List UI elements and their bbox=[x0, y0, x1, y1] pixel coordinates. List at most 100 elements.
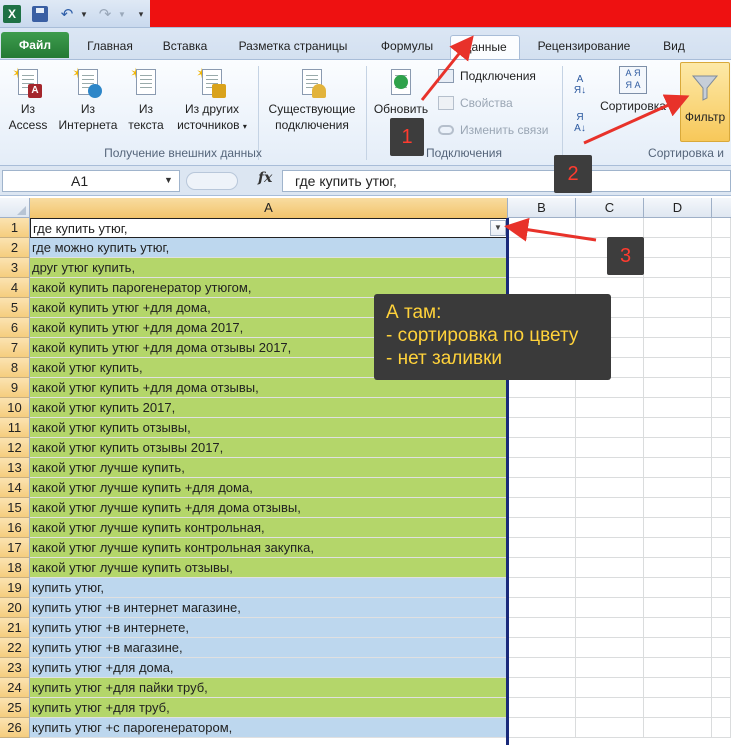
cell-e[interactable] bbox=[712, 698, 731, 718]
cell-b[interactable] bbox=[508, 698, 576, 718]
row-header[interactable]: 25 bbox=[0, 698, 30, 718]
cell-b[interactable] bbox=[508, 598, 576, 618]
cell-a[interactable]: купить утюг, bbox=[30, 578, 508, 598]
sort-az-icon[interactable]: А Я↓ bbox=[570, 74, 590, 96]
cell-d[interactable] bbox=[644, 398, 712, 418]
cell-d[interactable] bbox=[644, 678, 712, 698]
cell-c[interactable] bbox=[576, 718, 644, 738]
cell-d[interactable] bbox=[644, 518, 712, 538]
cell-c[interactable] bbox=[576, 478, 644, 498]
name-box-dropdown-icon[interactable]: ▼ bbox=[164, 175, 173, 185]
cell-a[interactable]: где можно купить утюг, bbox=[30, 238, 508, 258]
cell-a[interactable]: какой утюг лучше купить отзывы, bbox=[30, 558, 508, 578]
row-header[interactable]: 9 bbox=[0, 378, 30, 398]
cell-c[interactable] bbox=[576, 418, 644, 438]
cell-b[interactable] bbox=[508, 718, 576, 738]
row-header[interactable]: 22 bbox=[0, 638, 30, 658]
row-header[interactable]: 1 bbox=[0, 218, 30, 238]
column-header-b[interactable]: B bbox=[508, 198, 576, 218]
cell-e[interactable] bbox=[712, 418, 731, 438]
cell-c[interactable] bbox=[576, 618, 644, 638]
cell-c[interactable] bbox=[576, 458, 644, 478]
cell-b[interactable] bbox=[508, 238, 576, 258]
cell-d[interactable] bbox=[644, 438, 712, 458]
cell-e[interactable] bbox=[712, 578, 731, 598]
cell-d[interactable] bbox=[644, 578, 712, 598]
cell-e[interactable] bbox=[712, 638, 731, 658]
cell-c[interactable] bbox=[576, 538, 644, 558]
cell-d[interactable] bbox=[644, 298, 712, 318]
cell-a[interactable]: какой утюг лучше купить контрольная заку… bbox=[30, 538, 508, 558]
cell-c[interactable] bbox=[576, 678, 644, 698]
row-header[interactable]: 23 bbox=[0, 658, 30, 678]
cell-b[interactable] bbox=[508, 658, 576, 678]
cell-d[interactable] bbox=[644, 278, 712, 298]
cell-a[interactable]: купить утюг +для пайки труб, bbox=[30, 678, 508, 698]
row-header[interactable]: 4 bbox=[0, 278, 30, 298]
cell-a[interactable]: друг утюг купить, bbox=[30, 258, 508, 278]
column-header-a[interactable]: A bbox=[30, 198, 508, 218]
row-header[interactable]: 14 bbox=[0, 478, 30, 498]
cell-e[interactable] bbox=[712, 478, 731, 498]
cell-c[interactable] bbox=[576, 638, 644, 658]
row-header[interactable]: 11 bbox=[0, 418, 30, 438]
cell-d[interactable] bbox=[644, 338, 712, 358]
cell-e[interactable] bbox=[712, 218, 731, 238]
cell-e[interactable] bbox=[712, 398, 731, 418]
row-header[interactable]: 20 bbox=[0, 598, 30, 618]
cell-d[interactable] bbox=[644, 358, 712, 378]
cell-d[interactable] bbox=[644, 558, 712, 578]
cell-c[interactable] bbox=[576, 218, 644, 238]
cell-e[interactable] bbox=[712, 338, 731, 358]
column-header-c[interactable]: C bbox=[576, 198, 644, 218]
cell-a[interactable]: купить утюг +в интернет магазине, bbox=[30, 598, 508, 618]
cell-e[interactable] bbox=[712, 458, 731, 478]
cell-d[interactable] bbox=[644, 498, 712, 518]
cell-d[interactable] bbox=[644, 458, 712, 478]
cell-b[interactable] bbox=[508, 418, 576, 438]
cell-a[interactable]: какой утюг купить 2017, bbox=[30, 398, 508, 418]
sort-za-icon[interactable]: Я А↓ bbox=[570, 112, 590, 134]
row-header[interactable]: 5 bbox=[0, 298, 30, 318]
cell-a[interactable]: какой утюг лучше купить контрольная, bbox=[30, 518, 508, 538]
cell-b[interactable] bbox=[508, 438, 576, 458]
tab-formulas[interactable]: Формулы bbox=[370, 35, 444, 60]
cell-a[interactable]: где купить утюг, bbox=[30, 218, 508, 238]
cell-b[interactable] bbox=[508, 218, 576, 238]
cell-e[interactable] bbox=[712, 598, 731, 618]
cell-b[interactable] bbox=[508, 378, 576, 398]
properties-button[interactable]: Свойства bbox=[438, 94, 513, 112]
formula-input[interactable]: где купить утюг, bbox=[282, 170, 731, 192]
row-header[interactable]: 15 bbox=[0, 498, 30, 518]
cell-e[interactable] bbox=[712, 558, 731, 578]
sort-button[interactable]: А ЯЯ А Сортировка bbox=[594, 66, 672, 114]
cell-d[interactable] bbox=[644, 218, 712, 238]
cell-a[interactable]: купить утюг +в интернете, bbox=[30, 618, 508, 638]
row-header[interactable]: 21 bbox=[0, 618, 30, 638]
cell-a[interactable]: купить утюг +для дома, bbox=[30, 658, 508, 678]
undo-icon[interactable]: ↶ bbox=[58, 5, 76, 23]
row-header[interactable]: 26 bbox=[0, 718, 30, 738]
row-header[interactable]: 7 bbox=[0, 338, 30, 358]
autofilter-dropdown-icon[interactable]: ▼ bbox=[490, 220, 506, 236]
customize-quick-access-icon[interactable]: ▾ bbox=[136, 5, 146, 23]
row-header[interactable]: 3 bbox=[0, 258, 30, 278]
cell-d[interactable] bbox=[644, 538, 712, 558]
cell-e[interactable] bbox=[712, 618, 731, 638]
row-header[interactable]: 8 bbox=[0, 358, 30, 378]
cell-c[interactable] bbox=[576, 578, 644, 598]
cell-c[interactable] bbox=[576, 378, 644, 398]
row-header[interactable]: 24 bbox=[0, 678, 30, 698]
cell-d[interactable] bbox=[644, 698, 712, 718]
cell-d[interactable] bbox=[644, 378, 712, 398]
cell-d[interactable] bbox=[644, 418, 712, 438]
cell-b[interactable] bbox=[508, 518, 576, 538]
cell-e[interactable] bbox=[712, 718, 731, 738]
tab-insert[interactable]: Вставка bbox=[152, 35, 218, 60]
cell-d[interactable] bbox=[644, 318, 712, 338]
cell-a[interactable]: какой утюг купить отзывы, bbox=[30, 418, 508, 438]
cell-e[interactable] bbox=[712, 358, 731, 378]
cell-e[interactable] bbox=[712, 278, 731, 298]
cell-d[interactable] bbox=[644, 638, 712, 658]
row-header[interactable]: 12 bbox=[0, 438, 30, 458]
